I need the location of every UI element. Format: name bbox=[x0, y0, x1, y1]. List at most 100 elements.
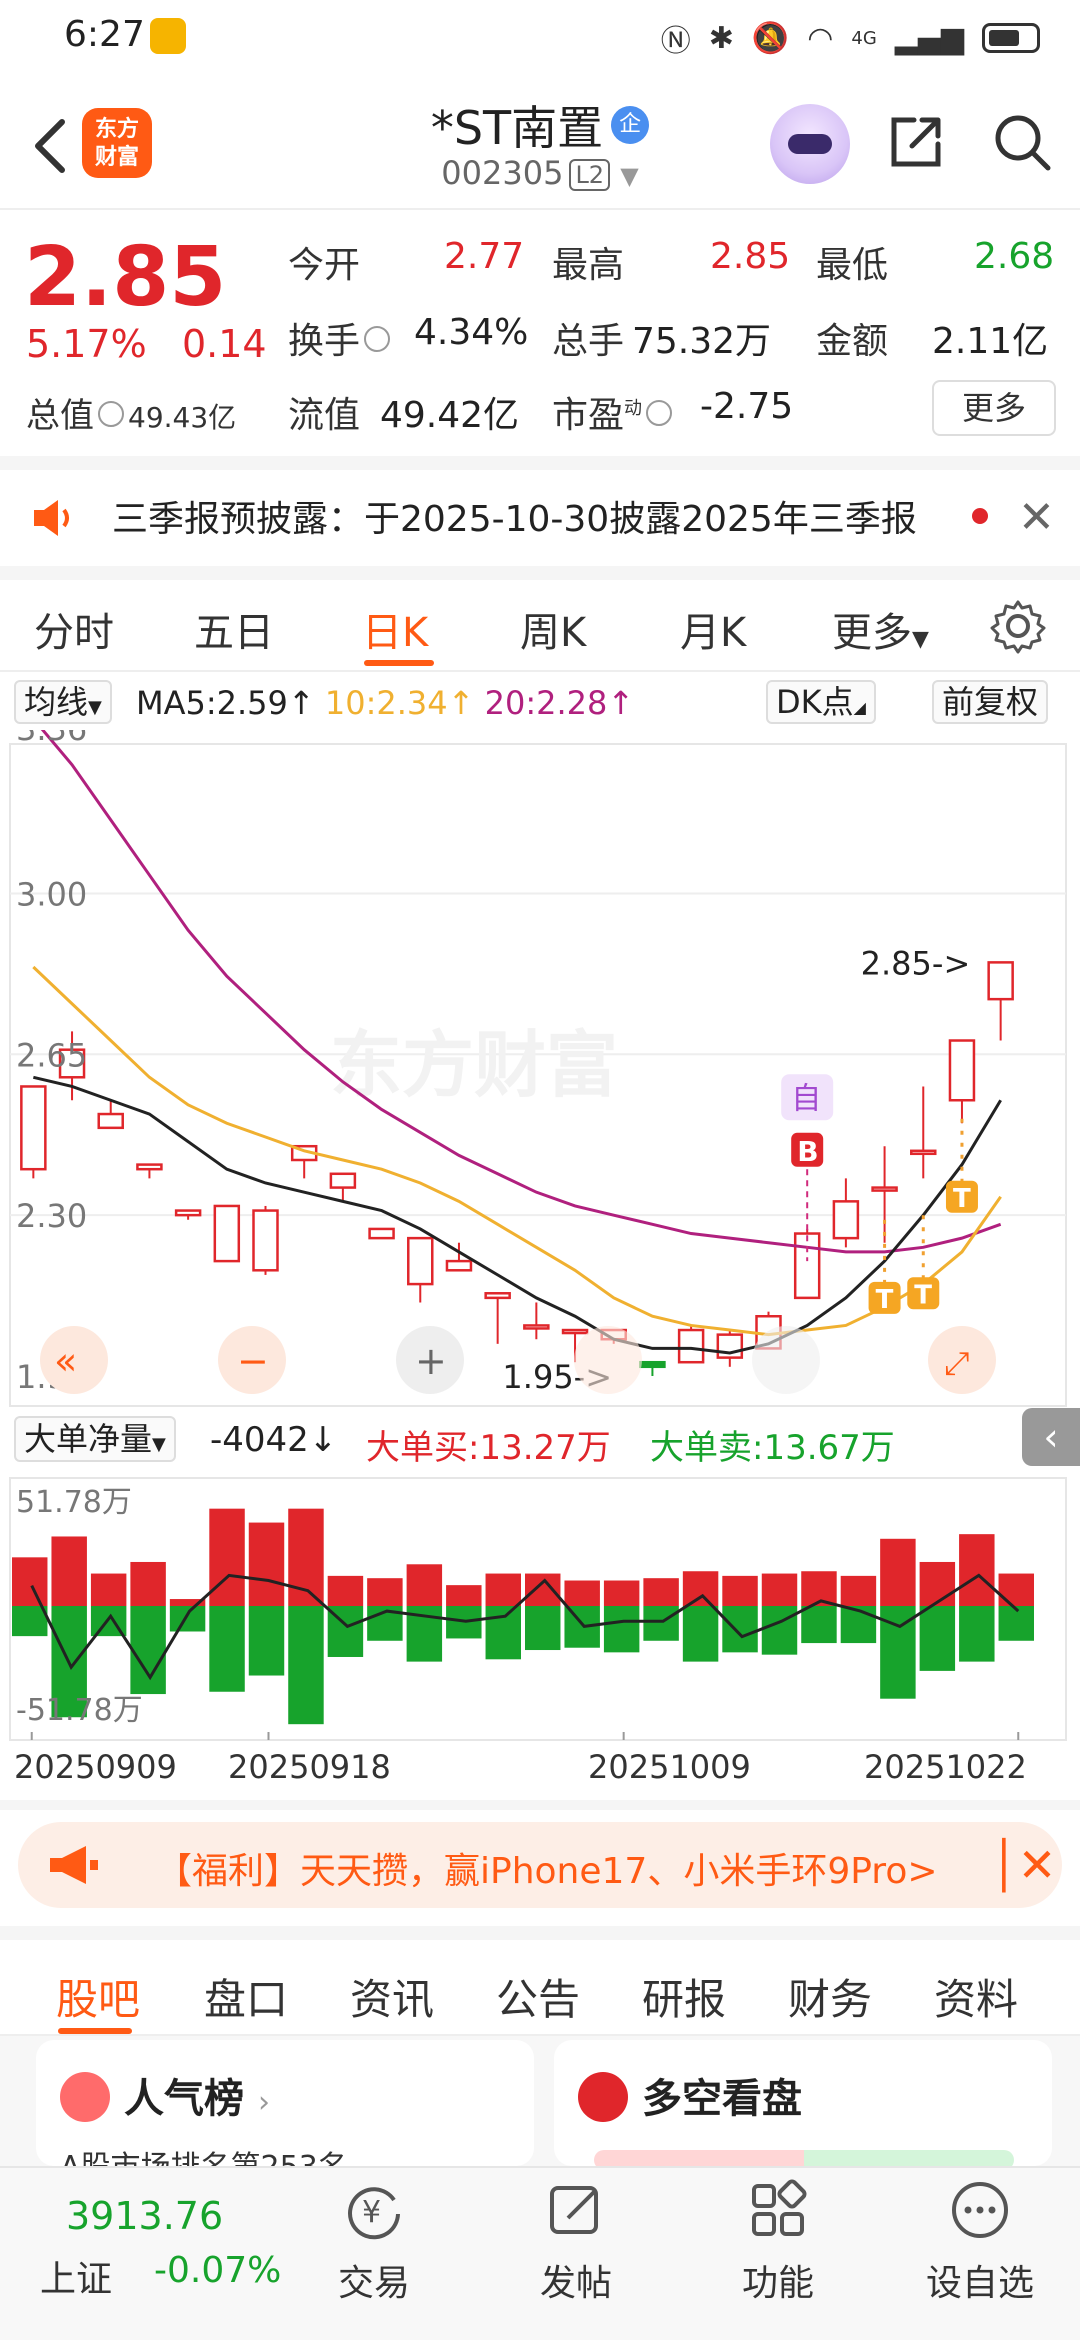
buy-bar bbox=[90, 1573, 127, 1606]
wifi-icon: ◠ bbox=[807, 20, 834, 56]
nfc-icon: Ⓝ bbox=[660, 24, 691, 59]
tab-monthly-k[interactable]: 月K bbox=[680, 600, 746, 658]
candle-body bbox=[368, 1227, 395, 1240]
nav-trade[interactable]: ¥ 交易 bbox=[304, 2178, 444, 2306]
indicator-label: 均线 bbox=[24, 683, 89, 721]
change-percent: 5.17% bbox=[26, 322, 147, 366]
network-label: 4G bbox=[851, 27, 877, 49]
buy-bar bbox=[722, 1575, 758, 1606]
mktcap-label: 总值 bbox=[26, 396, 94, 436]
nav-post[interactable]: 发帖 bbox=[506, 2178, 646, 2306]
sell-bar bbox=[959, 1606, 995, 1662]
stock-header: 东方 财富 *ST南置 企 002305 L2 ▼ bbox=[0, 80, 1080, 210]
popularity-card[interactable]: 人气榜 › A股市场排名第253名 bbox=[36, 2040, 534, 2166]
ma20-line bbox=[40, 730, 1002, 1254]
settings-icon[interactable] bbox=[990, 598, 1046, 654]
vs-icon bbox=[578, 2072, 628, 2122]
divider bbox=[0, 1800, 1080, 1810]
candle-body bbox=[910, 1149, 937, 1156]
tab-intraday[interactable]: 分时 bbox=[34, 600, 114, 658]
scroll-forward-button[interactable] bbox=[752, 1326, 820, 1394]
info-icon[interactable] bbox=[364, 326, 391, 352]
tab-forum[interactable]: 股吧 bbox=[56, 1966, 140, 2027]
float-label: 流值 bbox=[288, 395, 361, 436]
tab-orderbook[interactable]: 盘口 bbox=[204, 1966, 288, 2027]
indicator-select[interactable]: 均线▼ bbox=[14, 680, 112, 724]
candle-body bbox=[484, 1292, 511, 1300]
x-tick-label: 20251009 bbox=[588, 1748, 751, 1786]
float-value: 49.42亿 bbox=[380, 395, 520, 436]
collapse-panel-button[interactable]: ‹ bbox=[1022, 1408, 1080, 1466]
buy-bar bbox=[761, 1573, 798, 1606]
search-icon[interactable] bbox=[990, 110, 1054, 174]
tab-announcements[interactable]: 公告 bbox=[496, 1966, 580, 2027]
sell-bar bbox=[525, 1606, 561, 1651]
buy-bar bbox=[327, 1575, 364, 1606]
tab-weekly-k[interactable]: 周K bbox=[520, 600, 586, 658]
adjust-button[interactable]: 前复权 bbox=[932, 680, 1049, 724]
tab-financials[interactable]: 财务 bbox=[788, 1966, 872, 2027]
share-icon[interactable] bbox=[884, 110, 948, 174]
ai-assistant-avatar[interactable] bbox=[770, 104, 850, 184]
nav-add-watchlist[interactable]: 设自选 bbox=[910, 2178, 1050, 2306]
turnover-label-text: 换手 bbox=[288, 321, 361, 362]
volume-bars bbox=[12, 1508, 1034, 1725]
buy-bar bbox=[959, 1534, 995, 1606]
info-icon[interactable] bbox=[98, 400, 124, 427]
sell-bar bbox=[130, 1606, 166, 1695]
notice-bar[interactable]: 三季报预披露：于2025-10-30披露2025年三季报 ✕ bbox=[0, 470, 1080, 566]
nav-functions[interactable]: 功能 bbox=[708, 2178, 848, 2306]
low-value: 2.68 bbox=[974, 236, 1055, 277]
more-dots-icon bbox=[952, 2182, 1008, 2238]
order-indicator-select[interactable]: 大单净量▼ bbox=[14, 1416, 176, 1462]
signal-self: 自 bbox=[791, 1081, 821, 1116]
stock-code: 002305 bbox=[441, 154, 564, 192]
yen-refresh-icon: ¥ bbox=[348, 2187, 400, 2240]
index-widget[interactable]: 3913.76 上证 -0.07% bbox=[0, 2168, 281, 2340]
index-value: 3913.76 bbox=[66, 2194, 224, 2238]
tab-more[interactable]: 更多▼ bbox=[832, 600, 929, 658]
notification-icon bbox=[150, 18, 186, 54]
y-tick-label: 3.36 bbox=[16, 730, 87, 748]
pe-label: 市盈动 bbox=[552, 386, 676, 438]
pe-value: -2.75 bbox=[700, 386, 794, 427]
candle-body bbox=[832, 1200, 860, 1240]
more-button[interactable]: 更多 bbox=[932, 380, 1056, 436]
candle-body bbox=[639, 1360, 666, 1369]
tab-profile[interactable]: 资料 bbox=[934, 1966, 1018, 2027]
sell-bar bbox=[919, 1606, 956, 1671]
close-icon[interactable]: │✕ bbox=[990, 1838, 1056, 1892]
sell-bar bbox=[288, 1606, 324, 1725]
buy-bar bbox=[367, 1578, 403, 1606]
y-tick-label: 3.00 bbox=[16, 875, 87, 913]
popular-title: 人气榜 bbox=[124, 2076, 244, 2122]
amount-value: 2.11亿 bbox=[932, 321, 1049, 362]
x-tick-label: 20250918 bbox=[228, 1748, 391, 1786]
bullbear-title: 多空看盘 bbox=[642, 2076, 802, 2122]
promo-banner[interactable]: 【福利】天天攒，赢iPhone17、小米手环9Pro> │✕ bbox=[18, 1822, 1062, 1908]
battery-icon bbox=[982, 23, 1040, 53]
corner-icon: ◢ bbox=[853, 698, 866, 717]
close-icon[interactable]: ✕ bbox=[1018, 492, 1055, 543]
buy-bar bbox=[12, 1557, 48, 1606]
sell-bar bbox=[564, 1606, 600, 1648]
ma5-value: MA5:2.59↑ bbox=[136, 684, 315, 722]
x-tick-label: 20250909 bbox=[14, 1748, 177, 1786]
volume-value: 75.32万 bbox=[632, 321, 772, 362]
buy-bar bbox=[485, 1573, 521, 1606]
tab-research[interactable]: 研报 bbox=[642, 1966, 726, 2027]
scroll-back-button[interactable] bbox=[574, 1326, 642, 1394]
tab-news[interactable]: 资讯 bbox=[350, 1966, 434, 2027]
tab-daily-k[interactable]: 日K bbox=[362, 600, 428, 658]
high-value: 2.85 bbox=[710, 236, 791, 277]
order-flow-chart: 51.78万 -51.78万 20250909 20250918 20251009 202… bbox=[9, 1477, 1067, 1786]
tab-five-day[interactable]: 五日 bbox=[194, 600, 274, 658]
signal-buy: B bbox=[797, 1135, 818, 1168]
info-icon[interactable] bbox=[646, 400, 673, 426]
big-order-row: 大单净量▼ -4042↓ 大单买:13.27万 大单卖:13.67万 ‹ bbox=[0, 1408, 1080, 1468]
chevron-right-icon: › bbox=[257, 2085, 270, 2120]
buy-bar bbox=[840, 1575, 877, 1606]
dk-point-button[interactable]: DK点◢ bbox=[766, 680, 876, 724]
kline-chart[interactable]: 东方财富 3.363.002.652.301.95 2.85->1.95->自B… bbox=[0, 730, 1080, 1408]
bull-bear-card[interactable]: 多空看盘 bbox=[554, 2040, 1052, 2166]
